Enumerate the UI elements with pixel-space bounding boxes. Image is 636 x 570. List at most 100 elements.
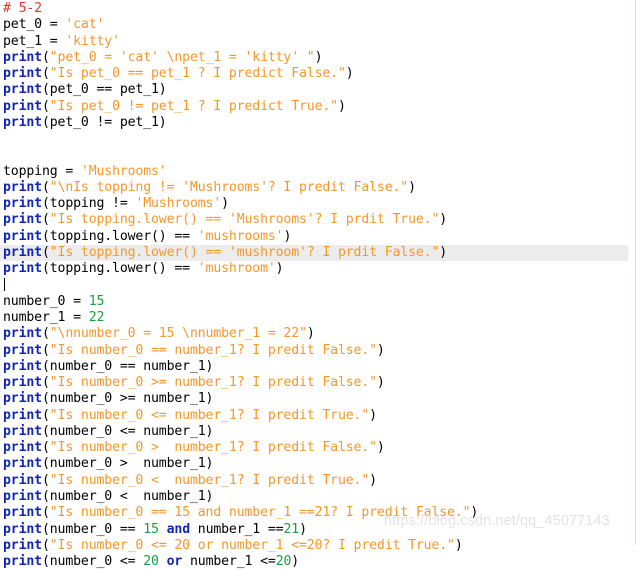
code-token-plain: ) — [221, 196, 229, 212]
code-token-plain: ) — [376, 342, 385, 358]
code-token-plain: ( — [41, 440, 50, 456]
code-token-plain: ) — [376, 375, 385, 391]
code-line[interactable]: print(number_0 <= 20 or number_1 <=20) — [0, 554, 625, 570]
code-line[interactable]: # 5-2 — [0, 1, 625, 17]
code-line[interactable]: print("Is number_0 <= number_1? I predit… — [0, 408, 625, 424]
code-token-keyword: print — [3, 554, 42, 570]
code-token-plain: ( — [41, 212, 50, 228]
code-token-keyword: print — [3, 423, 42, 439]
code-line[interactable]: print(pet_0 == pet_1) — [0, 82, 625, 98]
code-line[interactable]: print(topping != 'Mushrooms') — [0, 196, 625, 212]
code-token-plain: number_1 = — [3, 310, 89, 326]
code-line[interactable]: topping = 'Mushrooms' — [0, 164, 625, 180]
code-line[interactable]: print("Is number_0 == number_1? I predit… — [0, 343, 625, 359]
code-line[interactable]: print("Is topping.lower() == 'Mushrooms'… — [0, 212, 625, 228]
code-token-keyword: print — [3, 521, 42, 537]
code-token-keyword: print — [3, 261, 42, 277]
code-line[interactable]: print(number_0 > number_1) — [0, 456, 625, 472]
code-token-plain: ) — [470, 505, 479, 521]
code-token-string: "Is number_0 <= number_1? I predit True.… — [49, 407, 370, 423]
code-token-keyword: print — [3, 342, 42, 358]
code-token-plain: (topping.lower() == — [41, 261, 198, 277]
code-editor[interactable]: # 5-2 pet_0 = 'cat' pet_1 = 'kitty' print("… — [0, 0, 636, 569]
code-line[interactable]: print("Is number_0 > number_1? I predit … — [0, 440, 625, 456]
code-line[interactable] — [0, 131, 625, 147]
code-token-keyword: print — [3, 375, 42, 391]
code-line[interactable]: print("Is topping.lower() == 'mushroom'?… — [0, 244, 628, 262]
code-token-keyword: print — [3, 440, 42, 456]
code-line[interactable]: print("Is number_0 == 15 and number_1 ==… — [0, 505, 625, 521]
code-line[interactable] — [0, 277, 625, 294]
code-token-plain: ( — [41, 505, 50, 521]
code-token-plain: pet_1 = — [3, 33, 66, 49]
code-token-number: 21 — [283, 521, 300, 537]
code-line[interactable]: print(number_0 <= number_1) — [0, 424, 625, 440]
code-token-plain: (topping != — [41, 196, 136, 212]
code-token-plain: (number_0 <= number_1) — [41, 423, 214, 439]
code-line[interactable]: print("Is number_0 <= 20 or number_1 <=2… — [0, 538, 625, 554]
code-token-keyword: print — [3, 456, 42, 472]
code-token-plain: (number_0 <= — [41, 554, 144, 570]
code-token-plain: ( — [41, 342, 50, 358]
code-token-keyword: print — [3, 472, 42, 488]
code-token-string: "Is number_0 > number_1? I predit False.… — [49, 440, 377, 456]
code-token-number: 20 — [275, 554, 292, 570]
code-line[interactable]: print(number_0 == number_1) — [0, 359, 625, 375]
code-line[interactable]: print("\nIs topping != 'Mushrooms'? I pr… — [0, 180, 625, 196]
code-line[interactable]: print("Is pet_0 == pet_1 ? I predict Fal… — [0, 66, 625, 82]
code-token-keyword: print — [3, 98, 42, 114]
code-token-string: 'kitty' — [65, 33, 120, 49]
code-line[interactable] — [0, 147, 625, 163]
code-token-plain: ) — [291, 554, 300, 570]
code-token-keyword: or — [166, 554, 183, 570]
code-token-string: "pet_0 = 'cat' \npet_1 = 'kitty' " — [49, 49, 315, 65]
code-line[interactable]: print("Is number_0 >= number_1? I predit… — [0, 375, 625, 391]
code-line[interactable]: number_0 = 15 — [0, 294, 625, 310]
code-token-plain: ) — [439, 212, 448, 228]
code-line[interactable]: print(topping.lower() == 'mushroom') — [0, 261, 625, 277]
code-token-plain: (pet_0 != pet_1) — [41, 114, 167, 130]
code-line[interactable]: print(pet_0 != pet_1) — [0, 115, 625, 131]
code-token-keyword: print — [3, 244, 42, 260]
code-token-string: 'cat' — [65, 17, 105, 33]
code-token-number: 15 — [88, 293, 105, 309]
code-line[interactable]: print("Is pet_0 != pet_1 ? I predict Tru… — [0, 99, 625, 115]
code-token-plain: ) — [439, 244, 448, 260]
code-token-number: 15 — [143, 521, 159, 537]
code-token-keyword: print — [3, 82, 42, 98]
code-token-plain: (topping.lower() == — [41, 228, 198, 244]
code-token-keyword: print — [3, 196, 42, 212]
code-token-plain: ( — [41, 66, 50, 82]
code-token-comment: # 5-2 — [3, 1, 42, 16]
code-token-keyword: print — [3, 114, 42, 130]
code-line[interactable]: pet_0 = 'cat' — [0, 17, 625, 33]
code-text-area[interactable]: # 5-2 pet_0 = 'cat' pet_1 = 'kitty' print("… — [0, 0, 628, 569]
code-line[interactable]: print("\nnumber_0 = 15 \nnumber_1 = 22") — [0, 326, 625, 342]
code-line[interactable]: print(number_0 < number_1) — [0, 489, 625, 505]
code-line[interactable]: print(number_0 == 15 and number_1 ==21) — [0, 522, 625, 538]
code-token-string: "Is number_0 >= number_1? I predit False… — [49, 375, 377, 391]
code-token-string: "\nnumber_0 = 15 \nnumber_1 = 22" — [49, 326, 307, 342]
code-token-keyword: print — [3, 326, 42, 342]
code-token-keyword: print — [3, 488, 42, 504]
code-token-plain: (number_0 < number_1) — [41, 488, 214, 504]
code-line[interactable]: print(topping.lower() == 'mushrooms') — [0, 229, 625, 245]
code-token-plain: ) — [299, 521, 307, 537]
code-line[interactable]: print(number_0 >= number_1) — [0, 391, 625, 407]
code-token-plain: ) — [369, 472, 377, 488]
code-token-plain: (pet_0 == pet_1) — [41, 82, 167, 98]
code-token-plain: ) — [283, 228, 292, 244]
code-token-plain: ) — [408, 179, 416, 195]
code-line[interactable]: print("Is number_0 < number_1? I predit … — [0, 473, 625, 489]
code-line[interactable]: pet_1 = 'kitty' — [0, 34, 625, 50]
code-line[interactable]: print("pet_0 = 'cat' \npet_1 = 'kitty' "… — [0, 50, 625, 66]
code-line[interactable]: number_1 = 22 — [0, 310, 625, 326]
code-token-plain: ( — [41, 98, 50, 114]
code-token-plain: ( — [41, 472, 50, 488]
code-token-string: "Is number_0 == number_1? I predit False… — [49, 342, 377, 358]
code-token-plain: pet_0 = — [3, 17, 66, 33]
code-token-string: "Is pet_0 != pet_1 ? I predict True." — [49, 98, 338, 114]
code-token-plain: ) — [275, 261, 284, 277]
code-token-keyword: print — [3, 49, 42, 65]
